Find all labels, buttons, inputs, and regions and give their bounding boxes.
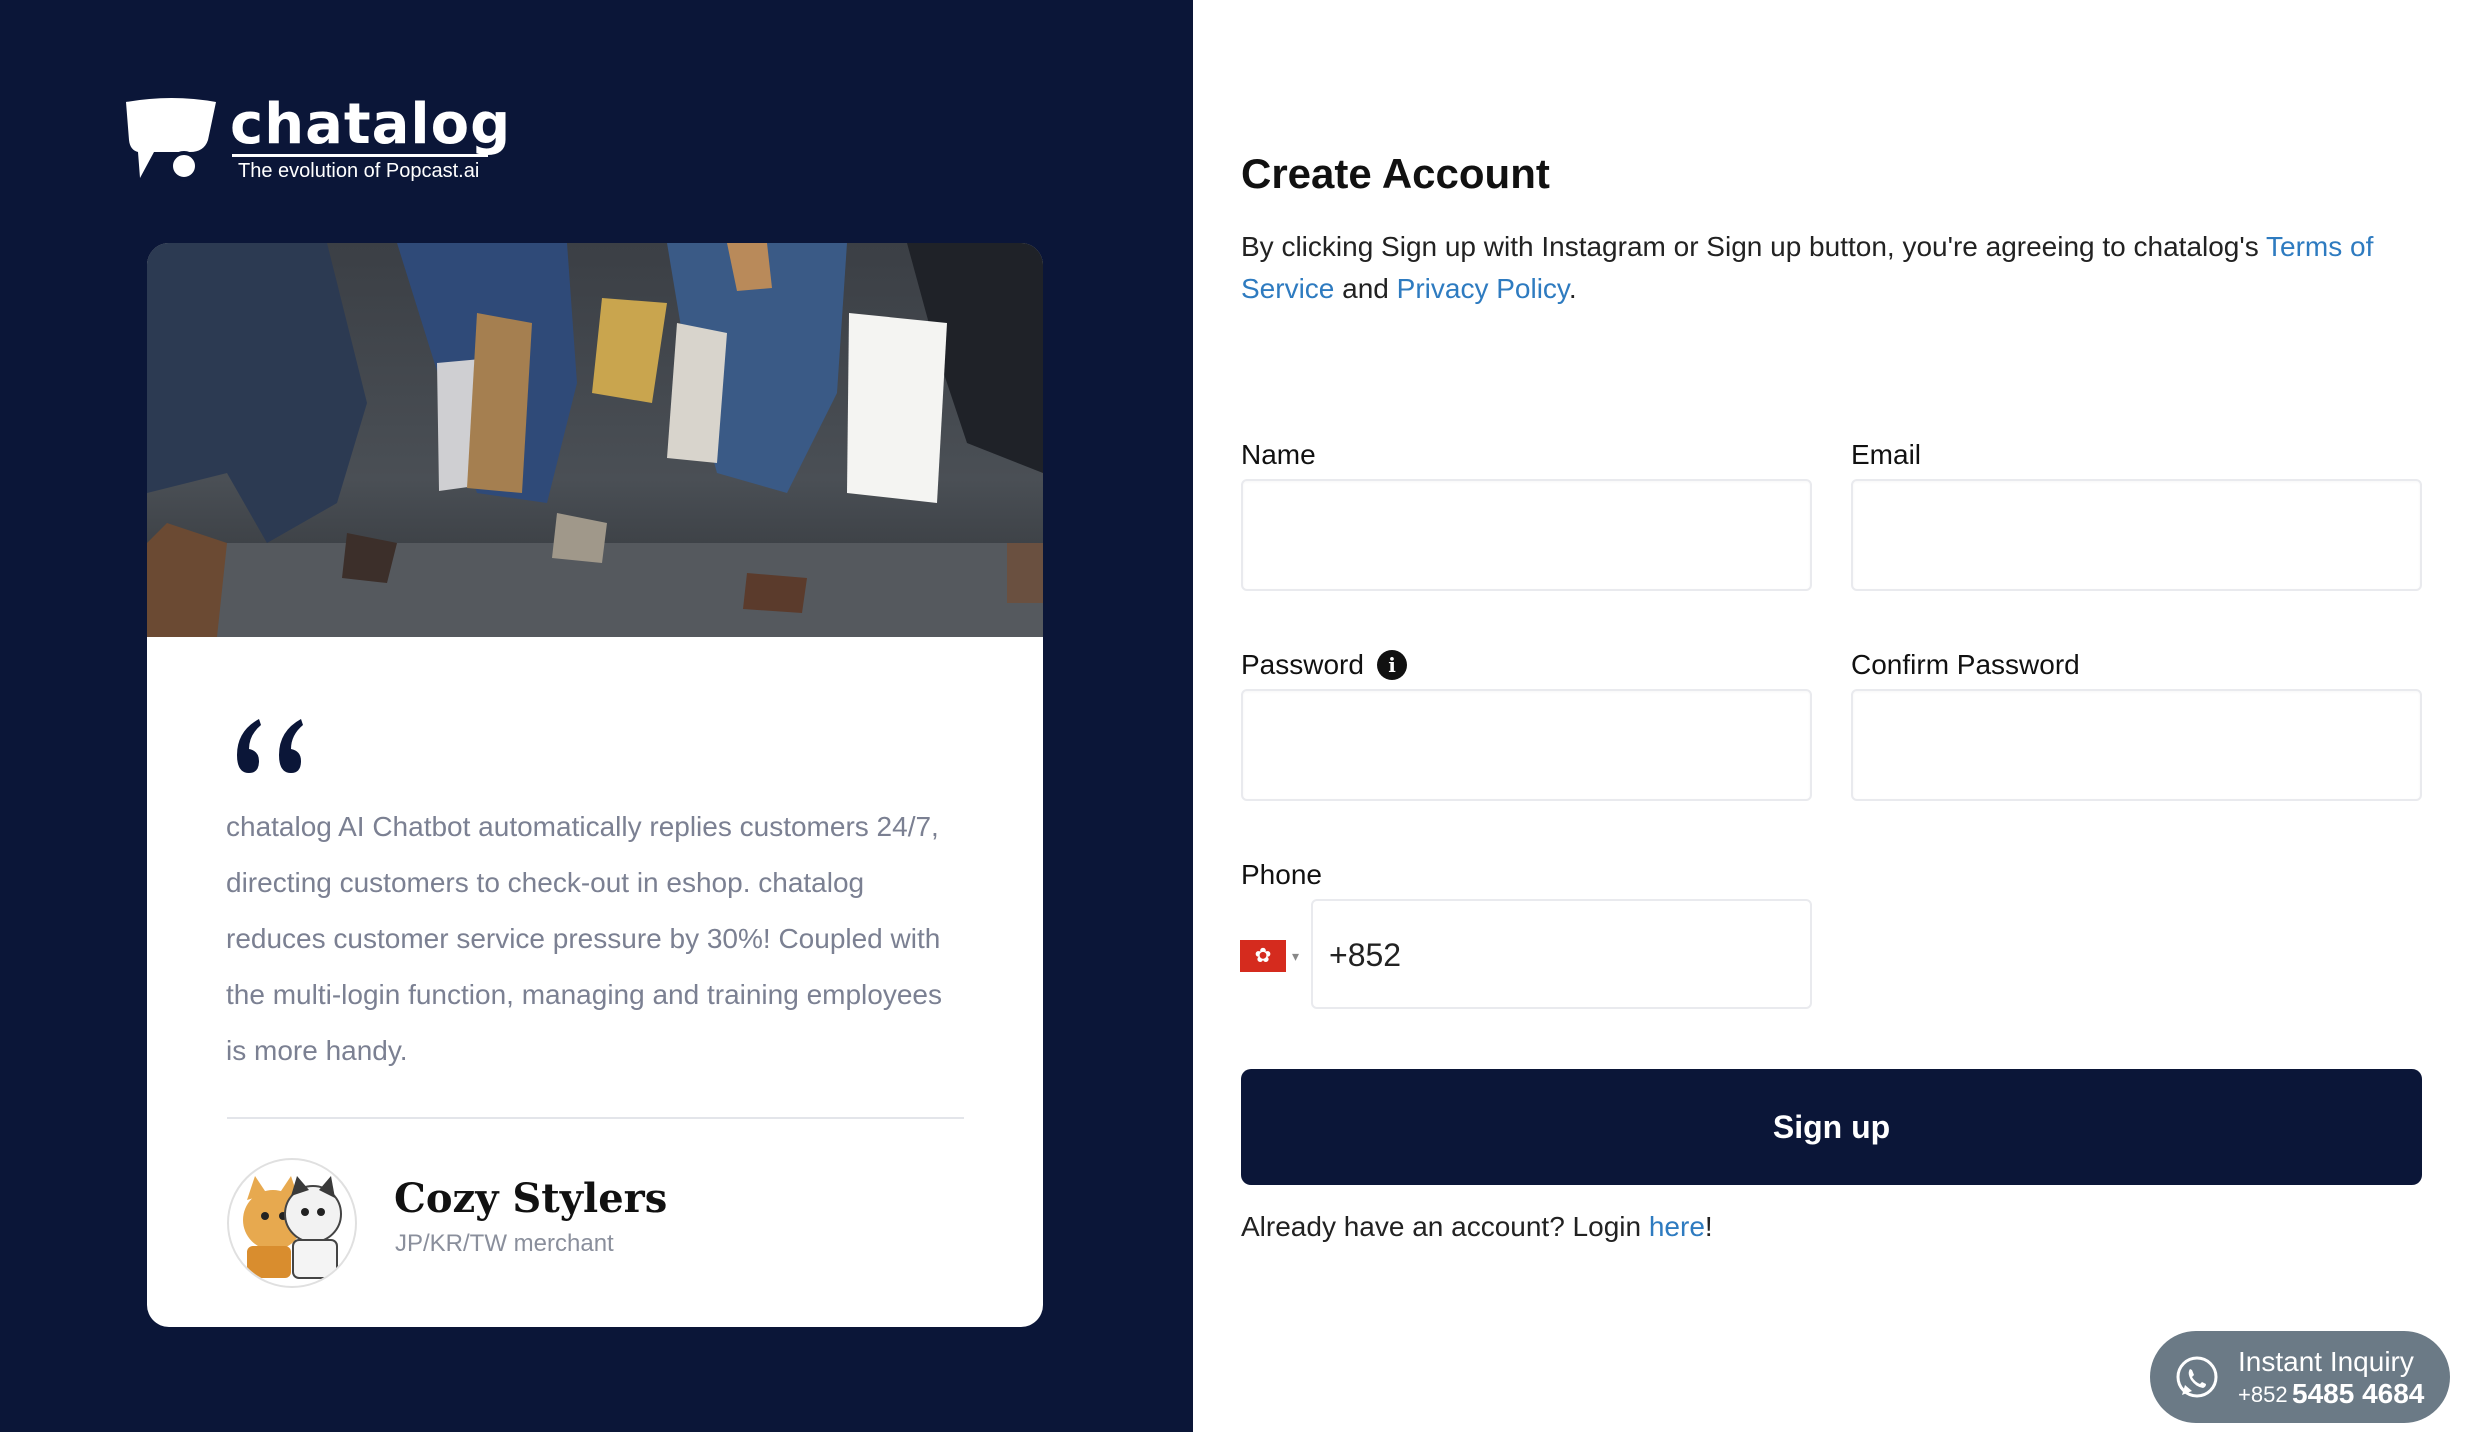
testimonial-card: chatalog AI Chatbot automatically replie… (147, 243, 1043, 1327)
phone-label: Phone (1241, 859, 1322, 890)
merchant-name: Cozy Stylers (394, 1175, 668, 1222)
brand-tagline: The evolution of Popcast.ai (238, 160, 480, 182)
login-prompt: Already have an account? Login here! (1241, 1208, 1713, 1246)
info-icon[interactable]: i (1377, 650, 1407, 680)
password-field[interactable] (1241, 689, 1812, 801)
agreement-suffix: . (1568, 273, 1577, 304)
brand-underline (232, 154, 488, 157)
inquiry-country-code: +852 (2238, 1382, 2288, 1407)
agreement-middle: and (1334, 273, 1397, 304)
inquiry-title: Instant Inquiry (2238, 1346, 2414, 1377)
brand-name: chatalog (230, 92, 512, 157)
quote-mark-icon (237, 719, 303, 773)
agreement-text: By clicking Sign up with Instagram or Si… (1241, 226, 2421, 310)
password-label: Password (1241, 649, 1364, 680)
privacy-policy-link[interactable]: Privacy Policy (1397, 273, 1569, 304)
confirm-password-label: Confirm Password (1851, 649, 2080, 680)
whatsapp-icon (2176, 1356, 2218, 1398)
divider (227, 1117, 964, 1119)
confirm-password-field[interactable] (1851, 689, 2422, 801)
agreement-prefix: By clicking Sign up with Instagram or Si… (1241, 231, 2266, 262)
phone-value: +852 (1329, 937, 1402, 973)
login-prompt-text: Already have an account? Login (1241, 1211, 1649, 1242)
brand-panel: chatalog The evolution of Popcast.ai cha… (0, 0, 1193, 1432)
name-label: Name (1241, 439, 1316, 470)
testimonial-quote: chatalog AI Chatbot automatically replie… (226, 811, 942, 1066)
email-field[interactable] (1851, 479, 2422, 591)
login-prompt-suffix: ! (1704, 1211, 1713, 1242)
merchant-role: JP/KR/TW merchant (395, 1230, 614, 1257)
shoppers-photo (147, 243, 1043, 637)
name-field[interactable] (1241, 479, 1812, 591)
email-label: Email (1851, 439, 1922, 470)
brand-logo[interactable]: chatalog The evolution of Popcast.ai (124, 92, 510, 186)
merchant-avatar (227, 1158, 357, 1288)
chat-bubble-logo-icon (126, 98, 216, 181)
phone-field[interactable]: +852 (1311, 899, 1812, 1009)
inquiry-phone-number: 5485 4684 (2292, 1378, 2425, 1409)
country-code-selector[interactable]: ✿ ▾ (1236, 934, 1308, 978)
page-title: Create Account (1241, 150, 1550, 197)
hong-kong-flag-icon: ✿ (1240, 940, 1286, 972)
sign-up-button[interactable]: Sign up (1241, 1069, 2422, 1185)
instant-inquiry-button[interactable]: Instant Inquiry +852 5485 4684 (2150, 1331, 2450, 1423)
cartoon-avatar-icon (243, 1176, 342, 1279)
chevron-down-icon: ▾ (1292, 948, 1300, 964)
login-here-link[interactable]: here (1649, 1211, 1705, 1242)
